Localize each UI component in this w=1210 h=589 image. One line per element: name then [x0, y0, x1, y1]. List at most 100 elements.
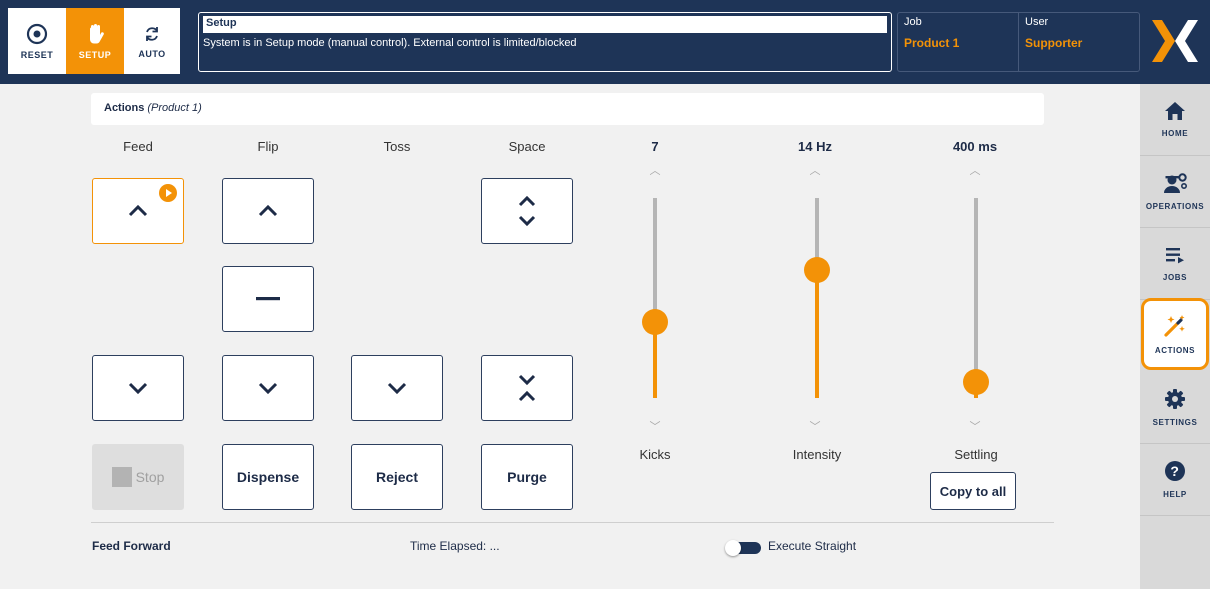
chevron-down-icon	[387, 382, 407, 395]
kicks-slider-thumb[interactable]	[642, 309, 668, 335]
reset-label: RESET	[20, 49, 54, 60]
brand-logo	[1152, 20, 1198, 62]
operations-icon	[1164, 173, 1187, 193]
intensity-decrease-icon[interactable]: ﹀	[807, 418, 823, 434]
nav-help-label: HELP	[1163, 490, 1187, 499]
kicks-increase-icon[interactable]: ︿	[647, 162, 663, 178]
actions-subtitle: (Product 1)	[147, 102, 202, 114]
expand-vertical-icon	[518, 195, 536, 227]
feed-up-button[interactable]	[92, 178, 184, 244]
side-navigation: HOME OPERATIONS JOBS ACTIONS SETTINGS ? …	[1140, 84, 1210, 589]
nav-settings-label: SETTINGS	[1152, 418, 1198, 427]
actions-panel: Actions (Product 1) Feed Flip Toss Space …	[0, 84, 1140, 589]
status-message: System is in Setup mode (manual control)…	[203, 37, 577, 49]
intensity-slider-thumb[interactable]	[804, 257, 830, 283]
purge-label: Purge	[507, 469, 547, 485]
settling-label: Settling	[954, 447, 998, 462]
space-header: Space	[508, 139, 546, 154]
minus-icon	[256, 297, 280, 301]
nav-jobs[interactable]: JOBS	[1140, 228, 1210, 300]
settling-slider-thumb[interactable]	[963, 369, 989, 395]
reject-label: Reject	[375, 469, 419, 485]
home-icon	[1165, 102, 1185, 120]
nav-operations[interactable]: OPERATIONS	[1140, 156, 1210, 228]
dispense-button[interactable]: Dispense	[222, 444, 314, 510]
jobs-list-icon	[1166, 248, 1184, 264]
user-value: Supporter	[1025, 36, 1083, 50]
settling-slider-track[interactable]	[974, 198, 978, 398]
job-value: Product 1	[904, 36, 960, 50]
nav-home-label: HOME	[1161, 129, 1189, 138]
reject-button[interactable]: Reject	[351, 444, 443, 510]
flip-neutral-button[interactable]	[222, 266, 314, 332]
nav-jobs-label: JOBS	[1162, 273, 1188, 282]
dispense-label: Dispense	[236, 469, 300, 485]
toggle-knob	[725, 540, 741, 556]
setup-button[interactable]: SETUP	[66, 8, 124, 74]
top-bar: RESET SETUP AUTO Setup System is in Setu…	[0, 0, 1210, 84]
feed-forward-label: Feed Forward	[92, 539, 171, 553]
intensity-slider-fill	[815, 270, 819, 398]
settling-increase-icon[interactable]: ︿	[967, 162, 983, 178]
setup-label: SETUP	[78, 49, 112, 60]
intensity-value: 14 Hz	[798, 139, 832, 154]
nav-operations-label: OPERATIONS	[1145, 202, 1205, 211]
flip-down-button[interactable]	[222, 355, 314, 421]
stop-label: Stop	[135, 469, 165, 485]
feed-header: Feed	[123, 139, 153, 154]
space-expand-button[interactable]	[481, 178, 573, 244]
job-label: Job	[904, 16, 922, 28]
compress-vertical-icon	[518, 374, 536, 402]
chevron-up-icon	[258, 204, 278, 217]
reset-button[interactable]: RESET	[8, 8, 66, 74]
stop-button[interactable]: Stop	[92, 444, 184, 510]
nav-actions[interactable]: ACTIONS	[1141, 298, 1209, 370]
gear-icon	[1165, 389, 1185, 409]
svg-text:?: ?	[1170, 463, 1179, 479]
nav-home[interactable]: HOME	[1140, 84, 1210, 156]
auto-button[interactable]: AUTO	[124, 8, 180, 74]
flip-up-button[interactable]	[222, 178, 314, 244]
settling-decrease-icon[interactable]: ﹀	[967, 418, 983, 434]
nav-help[interactable]: ? HELP	[1140, 444, 1210, 516]
execute-straight-label: Execute Straight	[768, 539, 857, 553]
kicks-decrease-icon[interactable]: ﹀	[647, 418, 663, 434]
nav-actions-label: ACTIONS	[1154, 345, 1196, 355]
nav-settings[interactable]: SETTINGS	[1140, 372, 1210, 444]
status-title: Setup	[203, 16, 887, 33]
auto-label: AUTO	[138, 48, 166, 59]
purge-button[interactable]: Purge	[481, 444, 573, 510]
mode-selector: RESET SETUP AUTO	[8, 8, 180, 74]
stop-icon	[111, 467, 132, 487]
toss-header: Toss	[383, 139, 411, 154]
refresh-icon	[146, 26, 158, 41]
job-user-panel: Job Product 1 User Supporter	[897, 12, 1140, 72]
time-elapsed-label: Time Elapsed: ...	[410, 539, 500, 553]
copy-to-all-button[interactable]: Copy to all	[930, 472, 1016, 510]
space-compress-button[interactable]	[481, 355, 573, 421]
intensity-increase-icon[interactable]: ︿	[807, 162, 823, 178]
target-icon	[26, 23, 48, 44]
chevron-down-icon	[258, 382, 278, 395]
kicks-value: 7	[651, 139, 659, 154]
feed-down-button[interactable]	[92, 355, 184, 421]
hand-icon	[90, 23, 104, 43]
execute-straight-toggle[interactable]	[725, 540, 761, 556]
actions-header: Actions (Product 1)	[91, 93, 1044, 125]
status-panel: Setup System is in Setup mode (manual co…	[198, 12, 892, 72]
user-label: User	[1025, 16, 1049, 28]
actions-title: Actions	[104, 102, 145, 114]
divider	[91, 522, 1054, 523]
help-icon: ?	[1165, 461, 1185, 481]
chevron-up-icon	[128, 204, 148, 217]
flip-header: Flip	[257, 139, 279, 154]
user-info[interactable]: User Supporter	[1018, 13, 1139, 71]
intensity-label: Intensity	[792, 447, 842, 462]
play-badge-icon	[159, 184, 177, 202]
toss-down-button[interactable]	[351, 355, 443, 421]
job-info[interactable]: Job Product 1	[898, 13, 1018, 71]
magic-wand-icon	[1164, 314, 1185, 337]
settling-value: 400 ms	[952, 139, 998, 154]
kicks-label: Kicks	[639, 447, 671, 462]
chevron-down-icon	[128, 382, 148, 395]
